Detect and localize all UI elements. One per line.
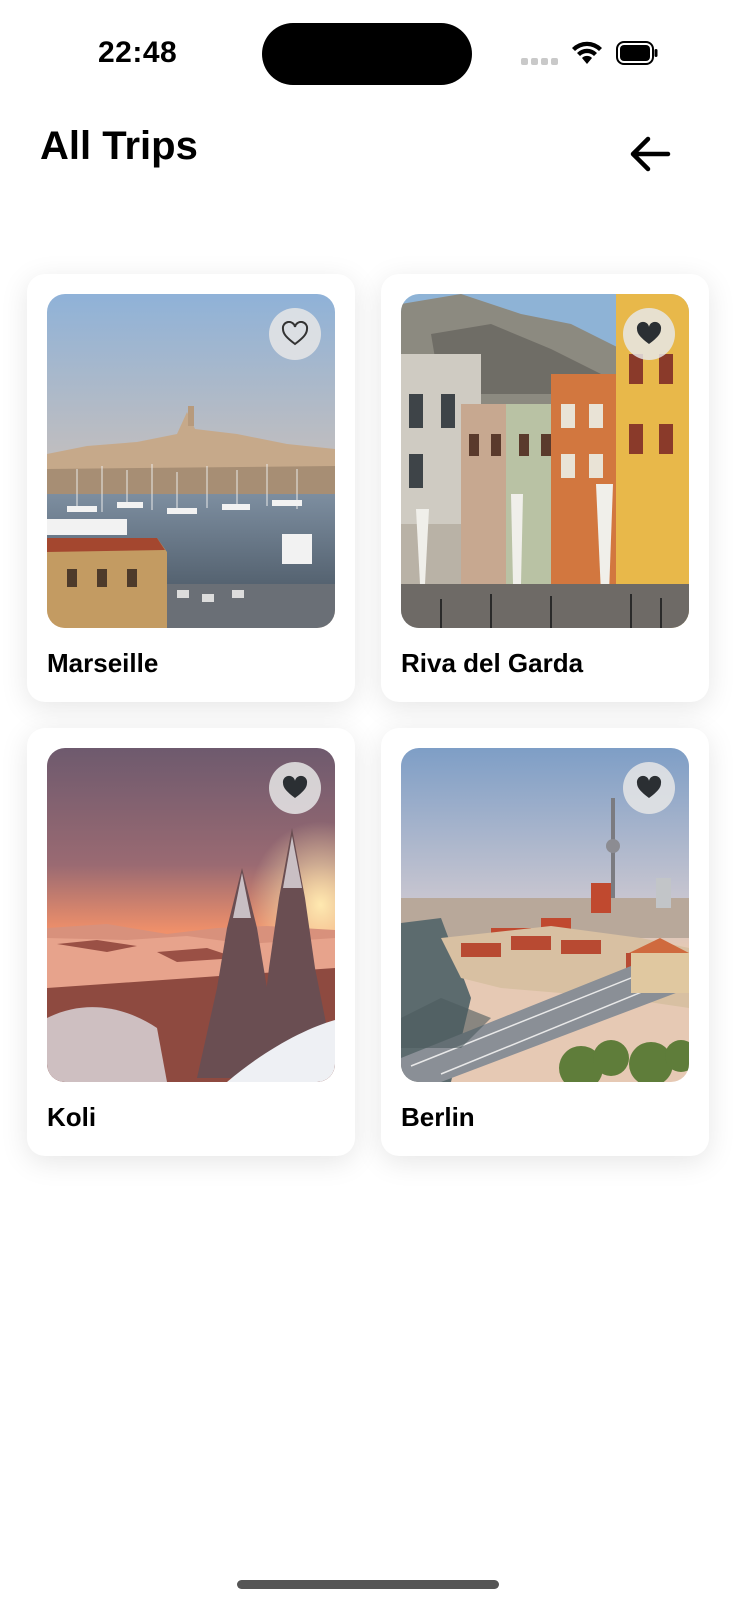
status-time: 22:48: [98, 36, 178, 69]
trips-grid: Marseille Riva del Garda Koli Berlin: [27, 274, 709, 1156]
heart-filled-icon: [282, 775, 308, 798]
trip-photo-riva-del-garda: [401, 294, 689, 628]
favorite-button[interactable]: [623, 762, 675, 814]
trip-card-koli[interactable]: Koli: [27, 728, 355, 1156]
trip-name: Koli: [47, 1102, 97, 1132]
trip-name: Berlin: [401, 1102, 475, 1132]
heart-filled-icon: [636, 775, 662, 798]
arrow-left-icon: [630, 136, 671, 172]
status-bar: 22:48: [0, 0, 736, 100]
dynamic-island: [262, 23, 472, 85]
back-button[interactable]: [620, 124, 680, 184]
trip-card-marseille[interactable]: Marseille: [27, 274, 355, 702]
trip-name: Marseille: [47, 648, 159, 678]
favorite-button[interactable]: [623, 308, 675, 360]
favorite-button[interactable]: [269, 308, 321, 360]
trip-photo-berlin: [401, 748, 689, 1082]
home-indicator[interactable]: [237, 1580, 499, 1589]
trip-photo-marseille: [47, 294, 335, 628]
trip-card-riva-del-garda[interactable]: Riva del Garda: [381, 274, 709, 702]
trip-photo-koli: [47, 748, 335, 1082]
wifi-icon: [570, 40, 604, 71]
signal-icon: [521, 58, 558, 65]
favorite-button[interactable]: [269, 762, 321, 814]
heart-outline-icon: [281, 321, 309, 346]
trip-card-berlin[interactable]: Berlin: [381, 728, 709, 1156]
battery-icon: [616, 41, 658, 70]
heart-filled-icon: [636, 321, 662, 344]
header: All Trips: [0, 110, 736, 190]
page-title: All Trips: [40, 124, 198, 168]
trip-name: Riva del Garda: [401, 648, 584, 678]
